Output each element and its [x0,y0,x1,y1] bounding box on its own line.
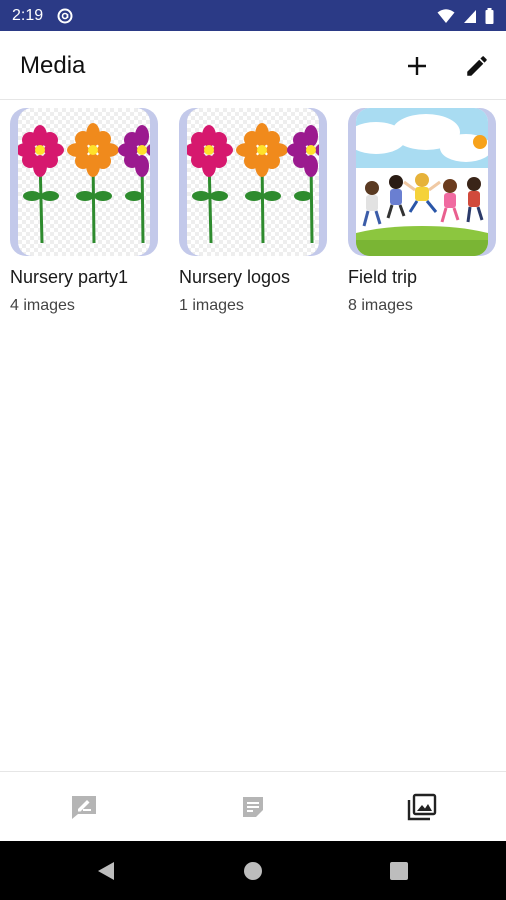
cell-signal-icon [464,9,476,23]
nav-notes[interactable] [238,792,268,822]
app-bar: Media [0,31,506,100]
photo-library-icon [407,793,437,821]
flowers-illustration [187,108,319,256]
battery-icon [485,7,494,24]
album-card[interactable]: Nursery party1 4 images [10,108,160,316]
back-icon [98,862,114,880]
album-image-count: 1 images [179,297,244,314]
recents-icon [390,862,408,880]
nav-media[interactable] [407,792,437,822]
at-sign-notification-icon [57,8,73,23]
album-title: Field trip [348,267,418,287]
status-bar: 2:19 [0,0,506,31]
wifi-icon [437,8,455,23]
plus-icon [408,57,426,75]
bottom-navigation [0,771,506,841]
recents-button[interactable] [387,859,411,883]
add-button[interactable] [400,49,434,83]
note-icon [243,797,263,817]
album-title: Nursery logos [179,267,291,287]
status-time: 2:19 [12,6,44,24]
album-card[interactable]: Field trip 8 images [348,108,498,316]
home-button[interactable] [241,859,265,883]
home-icon [244,862,262,880]
status-icons [437,0,494,31]
album-card[interactable]: Nursery logos 1 images [179,108,329,316]
back-button[interactable] [94,859,118,883]
flowers-illustration [18,108,150,256]
album-thumbnail[interactable] [348,108,496,256]
album-thumbnail[interactable] [10,108,158,256]
album-image-count: 4 images [10,297,75,314]
kids-jumping-illustration [356,108,488,256]
nav-compose[interactable] [69,792,99,822]
album-thumbnail[interactable] [179,108,327,256]
album-title: Nursery party1 [10,267,129,287]
compose-icon [72,796,96,819]
pencil-icon [467,56,487,76]
edit-button[interactable] [460,49,494,83]
system-navigation-bar [0,841,506,900]
album-image-count: 8 images [348,297,413,314]
page-title: Media [20,52,86,79]
